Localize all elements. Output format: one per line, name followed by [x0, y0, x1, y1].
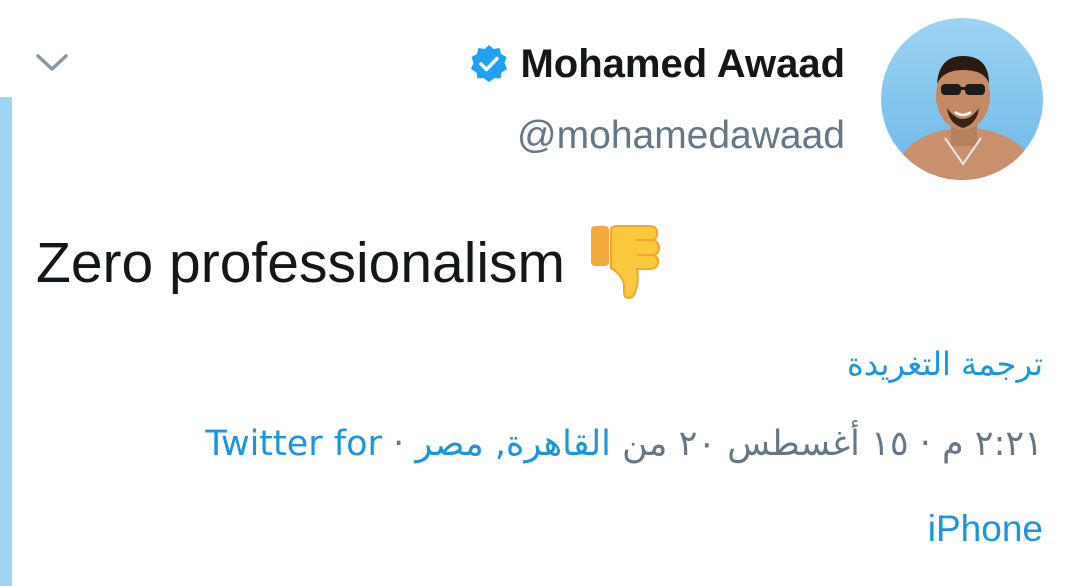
translate-tweet-link[interactable]: ترجمة التغريدة	[847, 345, 1043, 383]
thread-bar	[0, 97, 12, 586]
tweet-detail: Mohamed Awaad @mohamedawaad Zero profess…	[0, 0, 1080, 586]
chevron-down-icon[interactable]	[34, 48, 70, 78]
user-handle[interactable]: @mohamedawaad	[517, 114, 845, 158]
tweet-location[interactable]: القاهرة, مصر	[415, 424, 611, 464]
tweet-timestamp[interactable]: ٢:٢١ م · ١٥ أغسطس ٢٠	[679, 424, 1043, 464]
tweet-client-link-continued[interactable]: iPhone	[928, 508, 1043, 550]
tweet-text: Zero professionalism	[36, 224, 663, 302]
author-name-row[interactable]: Mohamed Awaad	[468, 36, 845, 92]
avatar[interactable]	[881, 18, 1043, 180]
tweet-meta: ٢:٢١ م · ١٥ أغسطس ٢٠ من القاهرة, مصر · T…	[205, 424, 1043, 464]
verified-badge-icon	[471, 45, 508, 82]
thumbs-down-icon	[591, 225, 661, 300]
display-name[interactable]: Mohamed Awaad	[520, 42, 845, 87]
tweet-client-link[interactable]: Twitter for	[205, 424, 382, 464]
from-label: من	[622, 424, 668, 464]
tweet-body: Zero professionalism	[36, 231, 566, 295]
meta-separator: ·	[393, 424, 405, 464]
